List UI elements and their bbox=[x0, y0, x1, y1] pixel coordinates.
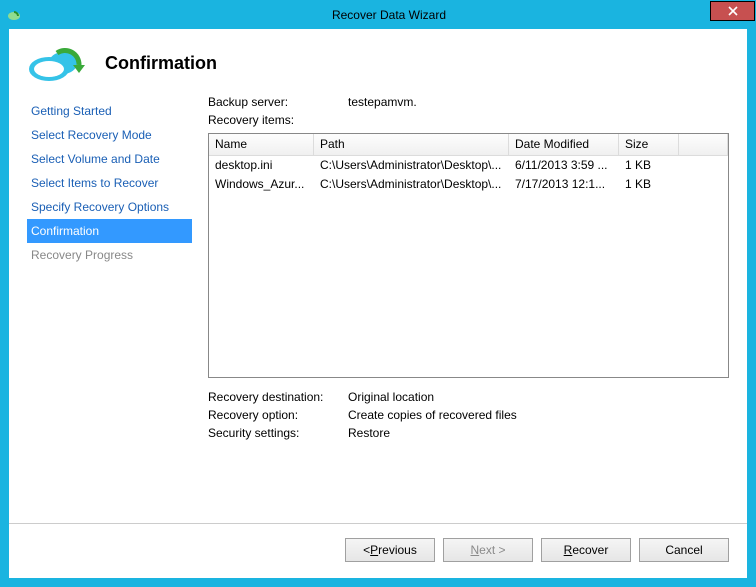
recovery-destination-value: Original location bbox=[348, 390, 434, 404]
table-row[interactable]: Windows_Azur... C:\Users\Administrator\D… bbox=[209, 175, 728, 194]
window-title: Recover Data Wizard bbox=[23, 8, 755, 22]
cell-size: 1 KB bbox=[619, 175, 679, 194]
cloud-recover-icon bbox=[27, 43, 87, 83]
body-area: Getting Started Select Recovery Mode Sel… bbox=[9, 95, 747, 523]
footer-buttons: < Previous Next > Recover Cancel bbox=[9, 523, 747, 578]
wizard-window: Recover Data Wizard Confirmation Getting… bbox=[0, 0, 756, 587]
nav-select-volume-date[interactable]: Select Volume and Date bbox=[27, 147, 192, 171]
table-row[interactable]: desktop.ini C:\Users\Administrator\Deskt… bbox=[209, 156, 728, 175]
col-header-name[interactable]: Name bbox=[209, 134, 314, 155]
next-button: Next > bbox=[443, 538, 533, 562]
window-border: Confirmation Getting Started Select Reco… bbox=[1, 29, 755, 586]
security-settings-label: Security settings: bbox=[208, 426, 348, 440]
cell-name: desktop.ini bbox=[209, 156, 314, 175]
col-header-path[interactable]: Path bbox=[314, 134, 509, 155]
col-header-size[interactable]: Size bbox=[619, 134, 679, 155]
previous-button[interactable]: < Previous bbox=[345, 538, 435, 562]
nav-specify-options[interactable]: Specify Recovery Options bbox=[27, 195, 192, 219]
nav-select-recovery-mode[interactable]: Select Recovery Mode bbox=[27, 123, 192, 147]
header-area: Confirmation bbox=[9, 29, 747, 95]
recovery-items-grid[interactable]: Name Path Date Modified Size desktop.ini… bbox=[208, 133, 729, 378]
recover-button[interactable]: Recover bbox=[541, 538, 631, 562]
page-title: Confirmation bbox=[105, 53, 217, 74]
backup-server-value: testepamvm. bbox=[348, 95, 417, 109]
main-panel: Backup server: testepamvm. Recovery item… bbox=[192, 95, 729, 513]
nav-select-items[interactable]: Select Items to Recover bbox=[27, 171, 192, 195]
recovery-items-label: Recovery items: bbox=[208, 113, 348, 127]
app-icon bbox=[7, 8, 23, 22]
cell-date: 7/17/2013 12:1... bbox=[509, 175, 619, 194]
close-button[interactable] bbox=[710, 1, 755, 21]
nav-getting-started[interactable]: Getting Started bbox=[27, 99, 192, 123]
nav-recovery-progress: Recovery Progress bbox=[27, 243, 192, 267]
recovery-destination-label: Recovery destination: bbox=[208, 390, 348, 404]
backup-server-label: Backup server: bbox=[208, 95, 348, 109]
recovery-option-label: Recovery option: bbox=[208, 408, 348, 422]
cell-name: Windows_Azur... bbox=[209, 175, 314, 194]
col-header-fill bbox=[679, 134, 728, 155]
recovery-option-value: Create copies of recovered files bbox=[348, 408, 517, 422]
wizard-nav: Getting Started Select Recovery Mode Sel… bbox=[27, 95, 192, 513]
cell-size: 1 KB bbox=[619, 156, 679, 175]
cell-path: C:\Users\Administrator\Desktop\... bbox=[314, 156, 509, 175]
titlebar: Recover Data Wizard bbox=[1, 1, 755, 29]
cancel-button[interactable]: Cancel bbox=[639, 538, 729, 562]
security-settings-value: Restore bbox=[348, 426, 390, 440]
nav-confirmation[interactable]: Confirmation bbox=[27, 219, 192, 243]
cell-path: C:\Users\Administrator\Desktop\... bbox=[314, 175, 509, 194]
grid-header: Name Path Date Modified Size bbox=[209, 134, 728, 156]
col-header-date[interactable]: Date Modified bbox=[509, 134, 619, 155]
cell-date: 6/11/2013 3:59 ... bbox=[509, 156, 619, 175]
